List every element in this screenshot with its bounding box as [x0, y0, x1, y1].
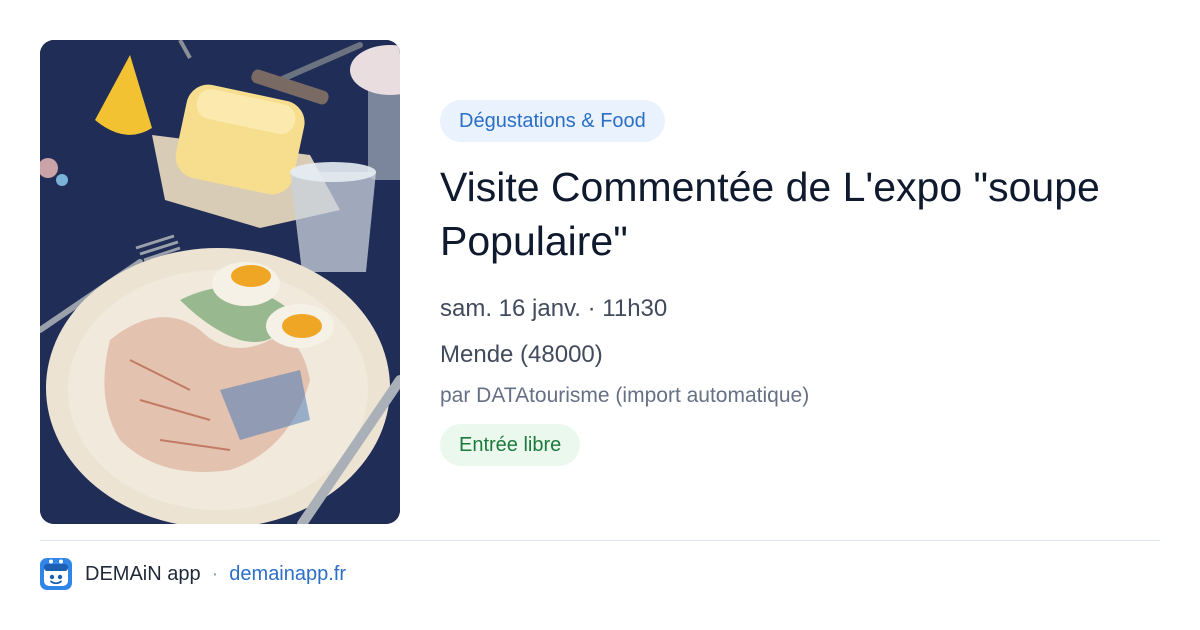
- event-info: Dégustations & Food Visite Commentée de …: [440, 100, 1170, 466]
- event-date-time: sam. 16 janv. · 11h30: [440, 295, 668, 322]
- footer: DEMAiN app · demainapp.fr: [40, 558, 346, 590]
- event-location: Mende (48000): [440, 341, 603, 368]
- footer-site-link[interactable]: demainapp.fr: [229, 563, 346, 586]
- event-photo[interactable]: [40, 40, 400, 524]
- event-photo-illustration: [40, 40, 400, 524]
- footer-app-name: DEMAiN app: [85, 562, 201, 585]
- event-title: Visite Commentée de L'expo "soupe Popula…: [440, 164, 1100, 264]
- footer-separator: ·: [211, 562, 219, 585]
- demain-app-logo-icon: [40, 558, 72, 590]
- footer-divider: [40, 540, 1160, 541]
- price-badge: Entrée libre: [440, 424, 581, 466]
- category-badge[interactable]: Dégustations & Food: [440, 100, 665, 142]
- event-organizer: par DATAtourisme (import automatique): [440, 384, 810, 407]
- event-share-card: Dégustations & Food Visite Commentée de …: [0, 0, 1200, 630]
